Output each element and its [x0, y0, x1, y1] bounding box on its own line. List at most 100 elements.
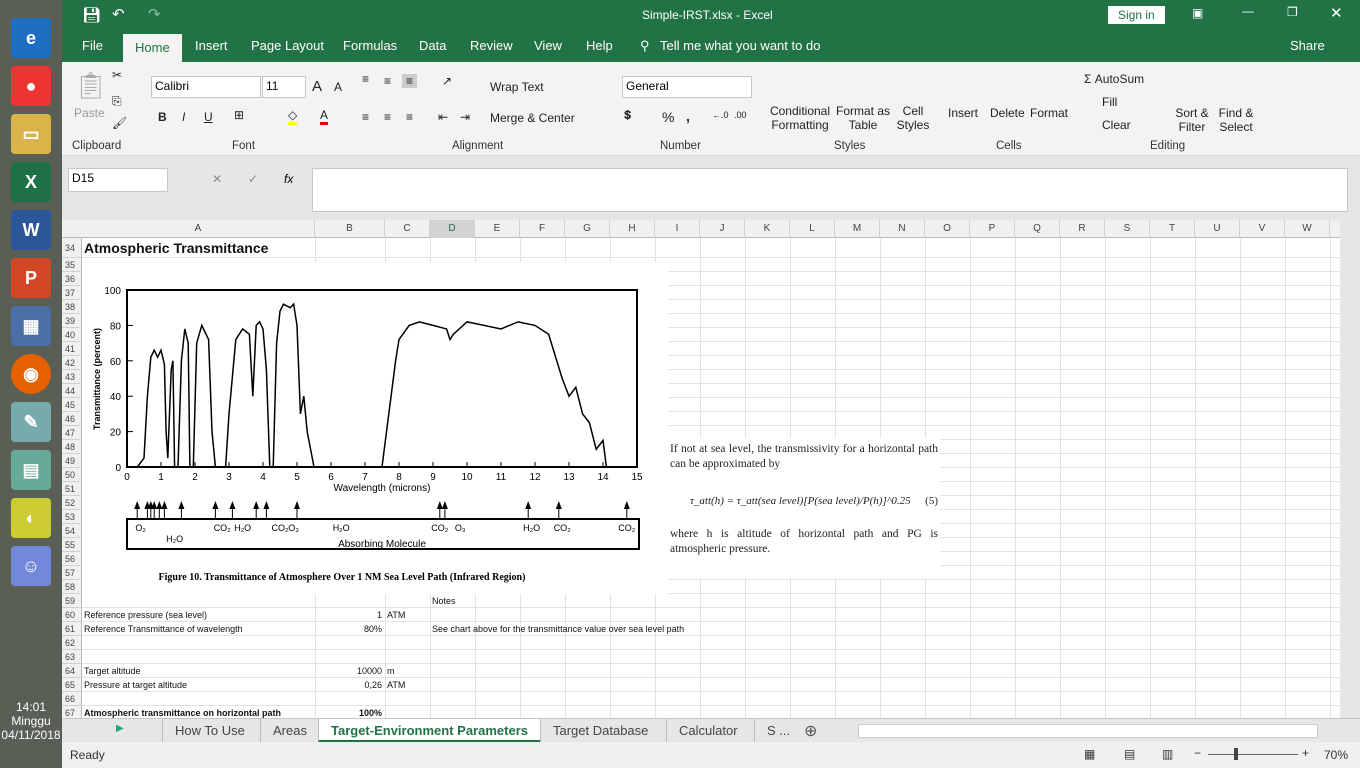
clear-button[interactable]: Clear	[1102, 118, 1131, 132]
formula-text-image[interactable]: If not at sea level, the transmissivity …	[668, 438, 940, 578]
conditional-formatting-button[interactable]: Conditional Formatting	[768, 104, 832, 132]
tab-insert[interactable]: Insert	[195, 38, 228, 53]
column-header-G[interactable]: G	[565, 220, 610, 238]
column-header-T[interactable]: T	[1150, 220, 1195, 238]
align-bottom-icon[interactable]: ≡	[402, 74, 418, 88]
ref-pressure-unit[interactable]: ATM	[387, 608, 405, 622]
column-header-V[interactable]: V	[1240, 220, 1285, 238]
delete-cells-button[interactable]: Delete	[990, 106, 1025, 120]
column-header-S[interactable]: S	[1105, 220, 1150, 238]
zoom-in-button[interactable]: +	[1302, 746, 1309, 760]
bold-button[interactable]: B	[158, 110, 167, 124]
tab-file[interactable]: File	[82, 38, 103, 53]
sort-filter-button[interactable]: Sort & Filter	[1172, 106, 1212, 134]
excel-icon[interactable]: X	[11, 162, 51, 202]
formula-input[interactable]	[312, 168, 1348, 212]
borders-icon[interactable]: ⊞	[234, 108, 244, 122]
discord-icon[interactable]: ☺	[11, 546, 51, 586]
heading-cell[interactable]: Atmospheric Transmittance	[84, 238, 268, 258]
zoom-level[interactable]: 70%	[1324, 748, 1348, 762]
fill-button[interactable]: Fill	[1102, 95, 1117, 109]
normal-view-icon[interactable]: ▦	[1084, 747, 1095, 761]
tab-help[interactable]: Help	[586, 38, 613, 53]
ref-pressure-label[interactable]: Reference pressure (sea level)	[84, 608, 207, 622]
column-header-M[interactable]: M	[835, 220, 880, 238]
column-header-H[interactable]: H	[610, 220, 655, 238]
firefox-icon[interactable]: ◉	[11, 354, 51, 394]
row-header-40[interactable]: 40	[62, 328, 82, 342]
paint-icon[interactable]: ✎	[11, 402, 51, 442]
row-header-58[interactable]: 58	[62, 580, 82, 594]
orientation-icon[interactable]: ↗	[442, 74, 452, 88]
format-cells-button[interactable]: Format	[1030, 106, 1068, 120]
pressure-target-label[interactable]: Pressure at target altitude	[84, 678, 187, 692]
tab-page-layout[interactable]: Page Layout	[251, 38, 324, 53]
vertical-scrollbar[interactable]	[1340, 220, 1360, 718]
column-header-D[interactable]: D	[430, 220, 475, 238]
row-header-66[interactable]: 66	[62, 692, 82, 706]
row-header-50[interactable]: 50	[62, 468, 82, 482]
undo-icon[interactable]: ↶	[112, 5, 125, 23]
zoom-out-button[interactable]: −	[1194, 746, 1201, 760]
row-header-65[interactable]: 65	[62, 678, 82, 692]
ribbon-display-icon[interactable]: ▣	[1192, 6, 1203, 20]
calculator-icon[interactable]: ▦	[11, 306, 51, 346]
align-middle-icon[interactable]: ≡	[384, 74, 391, 88]
fill-color-icon[interactable]: ◇	[288, 108, 298, 125]
column-header-J[interactable]: J	[700, 220, 745, 238]
column-header-U[interactable]: U	[1195, 220, 1240, 238]
row-header-39[interactable]: 39	[62, 314, 82, 328]
comma-button[interactable]: ,	[686, 108, 690, 124]
horizontal-scrollbar[interactable]	[858, 724, 1318, 738]
save-icon[interactable]: 💾︎	[82, 6, 101, 24]
sheet-tab-more[interactable]: S ...	[754, 719, 802, 743]
sheet-tab-calculator[interactable]: Calculator	[666, 719, 750, 743]
row-header-37[interactable]: 37	[62, 286, 82, 300]
underline-button[interactable]: U	[204, 110, 213, 124]
column-header-C[interactable]: C	[385, 220, 430, 238]
close-button[interactable]: ✕	[1330, 4, 1343, 22]
ref-transmittance-value[interactable]: 80%	[315, 622, 382, 636]
tab-view[interactable]: View	[534, 38, 562, 53]
row-header-44[interactable]: 44	[62, 384, 82, 398]
sheet-tab-areas[interactable]: Areas	[260, 719, 319, 743]
insert-cells-button[interactable]: Insert	[948, 106, 978, 120]
cell-styles-button[interactable]: Cell Styles	[892, 104, 934, 132]
decrease-decimal-icon[interactable]: .00	[734, 110, 747, 120]
enter-icon[interactable]: ✓	[248, 172, 258, 186]
wrap-text-button[interactable]: Wrap Text	[490, 80, 544, 94]
row-header-49[interactable]: 49	[62, 454, 82, 468]
row-header-64[interactable]: 64	[62, 664, 82, 678]
column-header-F[interactable]: F	[520, 220, 565, 238]
row-header-57[interactable]: 57	[62, 566, 82, 580]
row-header-35[interactable]: 35	[62, 258, 82, 272]
row-header-46[interactable]: 46	[62, 412, 82, 426]
increase-indent-icon[interactable]: ⇥	[460, 110, 470, 124]
app-icon[interactable]: ●	[11, 66, 51, 106]
target-altitude-unit[interactable]: m	[387, 664, 395, 678]
tab-formulas[interactable]: Formulas	[343, 38, 397, 53]
column-header-O[interactable]: O	[925, 220, 970, 238]
increase-font-icon[interactable]: A	[312, 78, 322, 95]
word-icon[interactable]: W	[11, 210, 51, 250]
column-header-P[interactable]: P	[970, 220, 1015, 238]
copy-icon[interactable]: ⎘	[112, 94, 122, 109]
ie-icon[interactable]: e	[11, 18, 51, 58]
increase-decimal-icon[interactable]: ←.0	[712, 110, 729, 120]
font-name-select[interactable]: Calibri	[151, 76, 261, 98]
row-header-42[interactable]: 42	[62, 356, 82, 370]
format-as-table-button[interactable]: Format as Table	[834, 104, 892, 132]
column-header-B[interactable]: B	[315, 220, 385, 238]
accounting-format-icon[interactable]: 💲︎	[624, 108, 631, 123]
row-header-60[interactable]: 60	[62, 608, 82, 622]
maximize-button[interactable]: ❐	[1287, 5, 1298, 19]
tab-review[interactable]: Review	[470, 38, 513, 53]
powerpoint-icon[interactable]: P	[11, 258, 51, 298]
row-header-61[interactable]: 61	[62, 622, 82, 636]
transmittance-figure-image[interactable]: 0204060801000 1 2 3 4 5 6 7 8 9 10 11 12 13 14 15Wavele…	[82, 262, 668, 594]
format-painter-icon[interactable]: 🖌︎	[112, 116, 127, 130]
decrease-indent-icon[interactable]: ⇤	[438, 110, 448, 124]
ref-transmittance-label[interactable]: Reference Transmittance of wavelength	[84, 622, 243, 636]
row-header-67[interactable]: 67	[62, 706, 82, 718]
row-header-41[interactable]: 41	[62, 342, 82, 356]
